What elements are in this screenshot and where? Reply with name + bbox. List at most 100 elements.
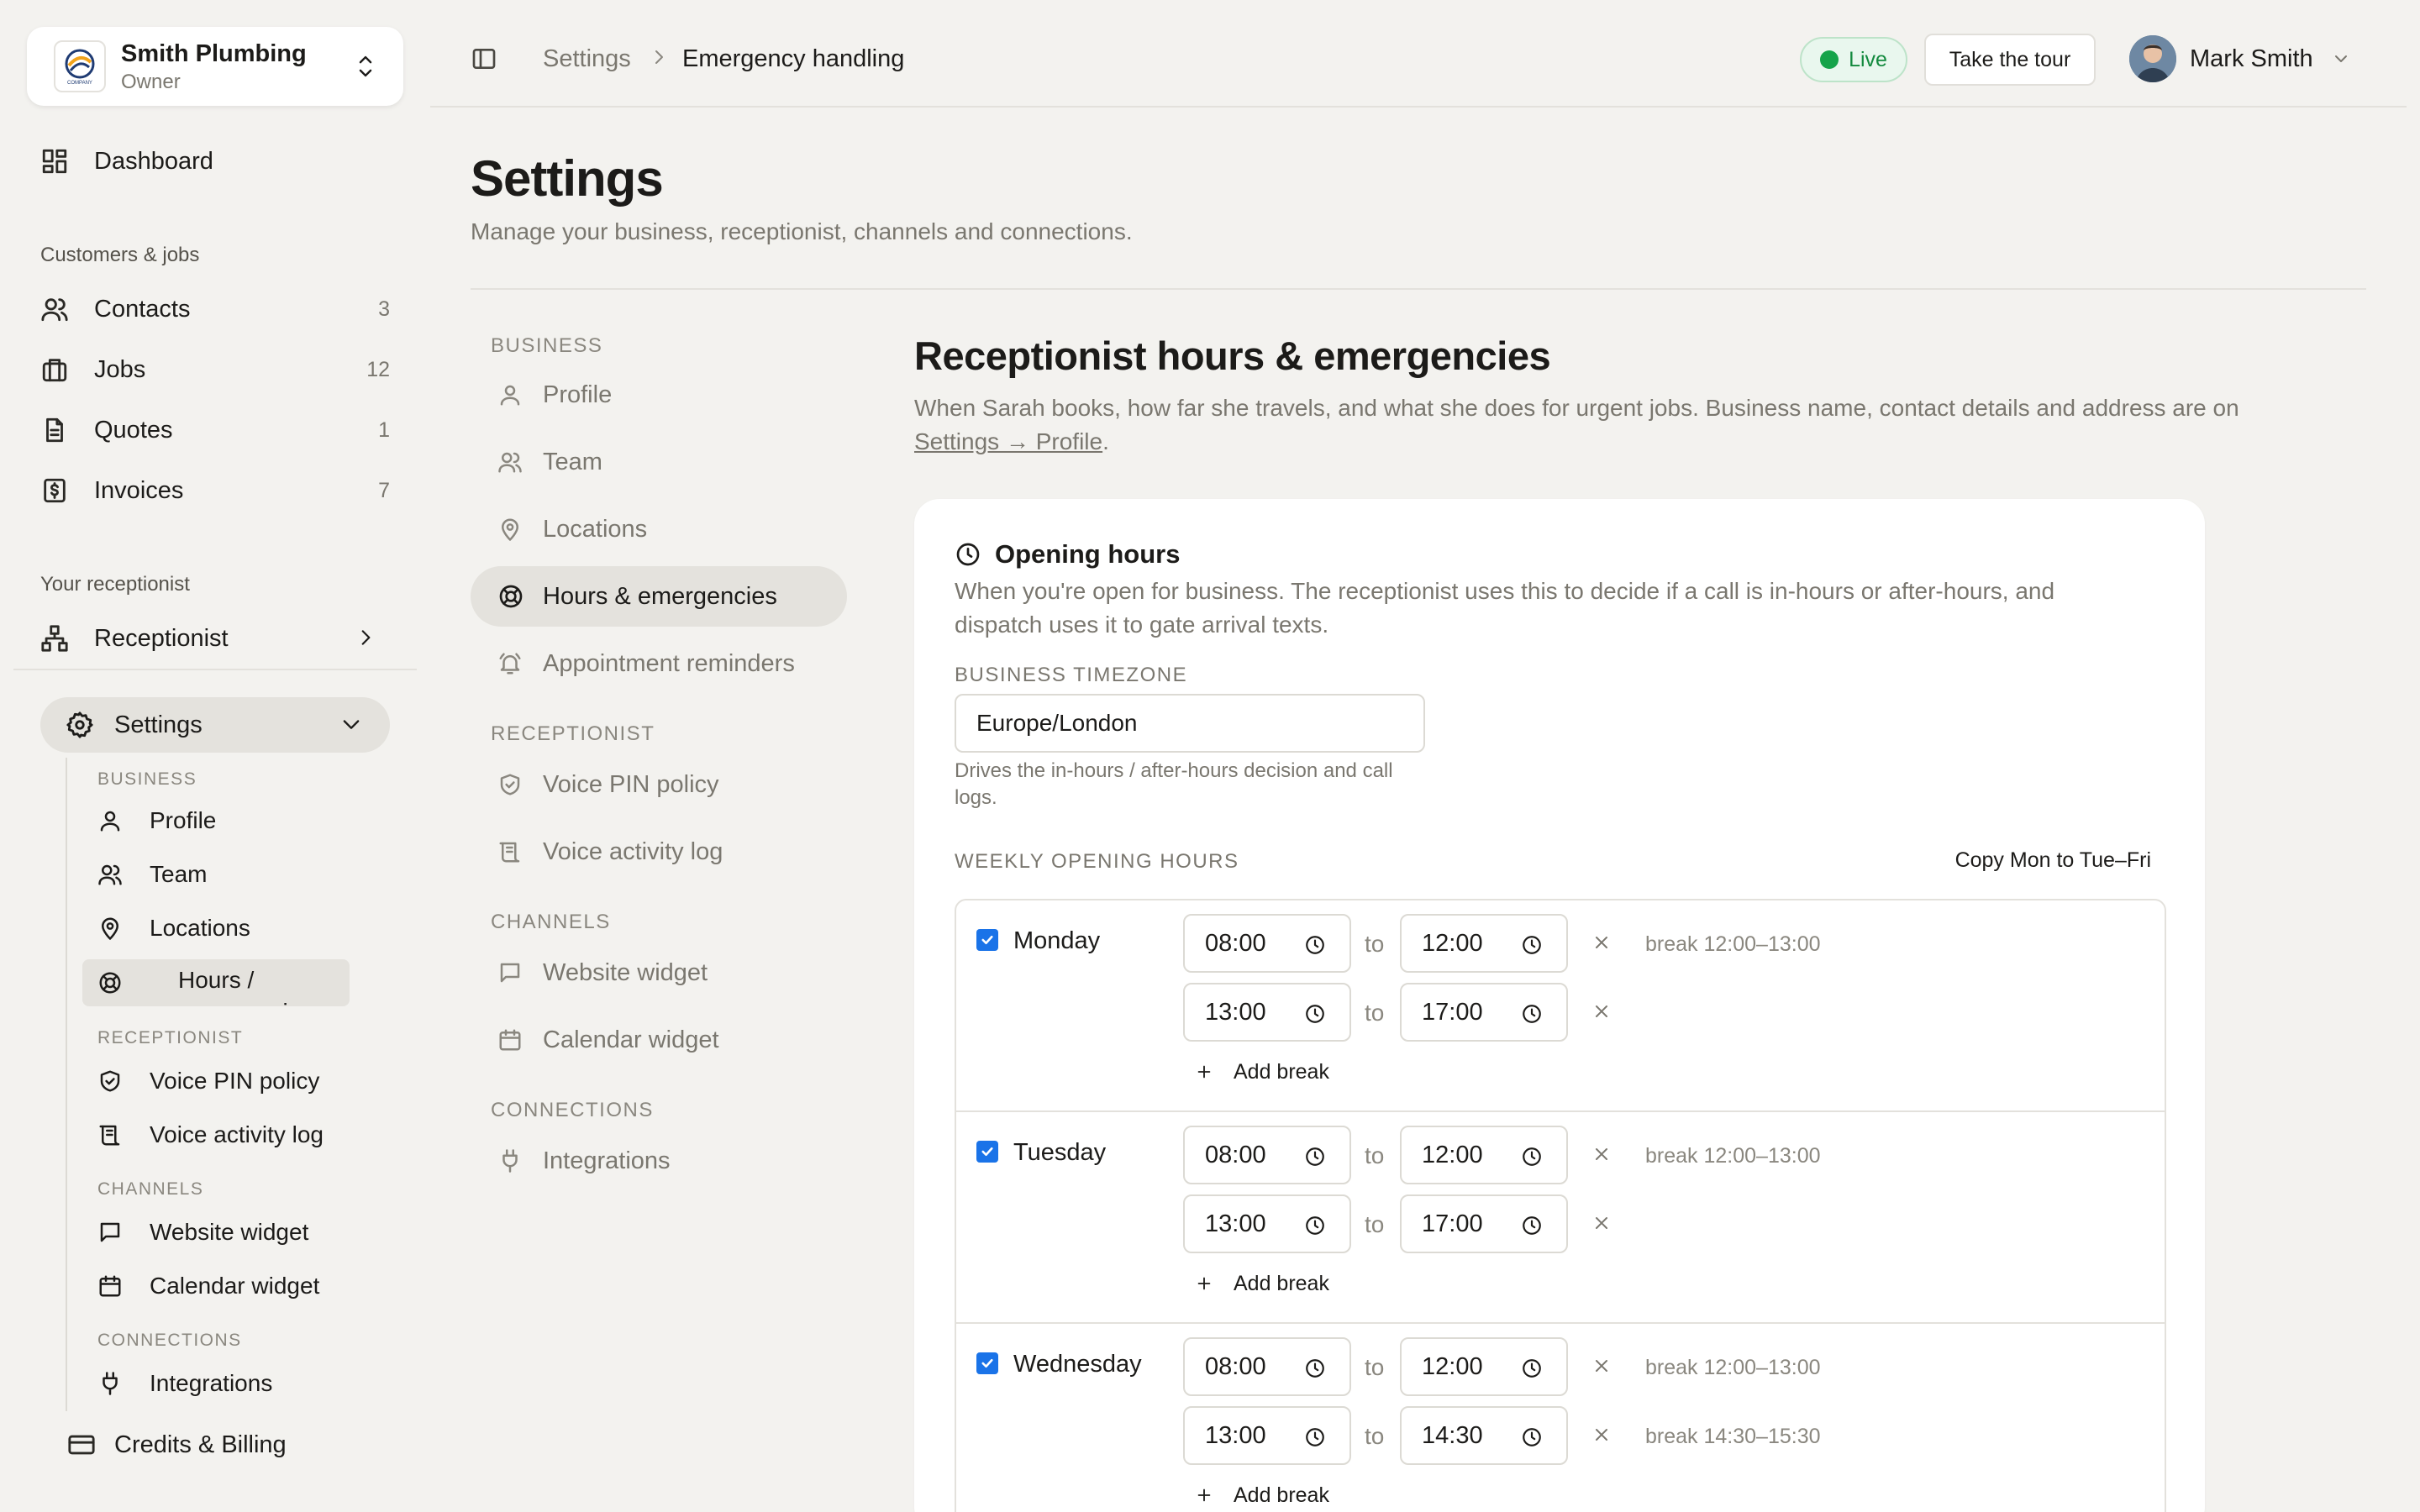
end-time-input[interactable]: 12:00 bbox=[1400, 914, 1568, 973]
day-checkbox[interactable] bbox=[976, 1352, 998, 1374]
sidebar-item-label: Credits & Billing bbox=[114, 1431, 287, 1458]
plus-icon bbox=[1195, 1063, 1213, 1081]
sidebar-sub-locations[interactable]: Locations bbox=[97, 907, 250, 949]
company-logo: COMPANY bbox=[54, 40, 106, 92]
copy-monday-button[interactable]: Copy Mon to Tue–Fri bbox=[1955, 848, 2151, 873]
take-tour-button[interactable]: Take the tour bbox=[1924, 34, 2096, 86]
remove-slot-icon[interactable] bbox=[1591, 1425, 1612, 1445]
subnav-reminders[interactable]: Appointment reminders bbox=[497, 640, 795, 687]
timezone-input[interactable] bbox=[955, 694, 1425, 753]
remove-slot-icon[interactable] bbox=[1591, 1144, 1612, 1164]
user-menu-name[interactable]: Mark Smith bbox=[2190, 45, 2313, 73]
subnav-label: Appointment reminders bbox=[543, 649, 795, 677]
plus-icon bbox=[1195, 1486, 1213, 1504]
section-description-text: When Sarah books, how far she travels, a… bbox=[914, 395, 2239, 421]
day-checkbox[interactable] bbox=[976, 1141, 998, 1163]
live-label: Live bbox=[1849, 47, 1887, 71]
add-break-button[interactable]: Add break bbox=[1195, 1055, 1329, 1089]
sidebar-item-credits[interactable]: Credits & Billing bbox=[67, 1421, 287, 1468]
lifebuoy-icon bbox=[499, 585, 523, 608]
sidebar-sub-profile[interactable]: Profile bbox=[97, 800, 216, 842]
sidebar-toggle-icon[interactable] bbox=[471, 45, 497, 72]
sidebar-item-receptionist[interactable]: Receptionist bbox=[40, 615, 376, 662]
end-time-input[interactable]: 12:00 bbox=[1400, 1126, 1568, 1184]
start-time-input[interactable]: 08:00 bbox=[1183, 1126, 1351, 1184]
subnav-profile[interactable]: Profile bbox=[497, 371, 612, 418]
sidebar-sub-voice-pin[interactable]: Voice PIN policy bbox=[97, 1060, 319, 1102]
clock-icon bbox=[1304, 1426, 1326, 1448]
subnav-voice-log[interactable]: Voice activity log bbox=[497, 828, 723, 875]
sidebar-item-dashboard[interactable]: Dashboard bbox=[40, 138, 213, 185]
subnav-label: Website widget bbox=[543, 958, 708, 986]
break-label: break 14:30–15:30 bbox=[1645, 1425, 1821, 1448]
weekly-hours-label: WEEKLY OPENING HOURS bbox=[955, 850, 1239, 873]
svg-text:COMPANY: COMPANY bbox=[67, 81, 92, 86]
sidebar-item-label: Dashboard bbox=[94, 147, 213, 175]
timezone-label: BUSINESS TIMEZONE bbox=[955, 664, 1188, 686]
sidebar-item-settings[interactable]: Settings bbox=[40, 697, 390, 753]
time-slot: 13:00 to 17:00 bbox=[1183, 983, 1637, 1042]
start-time-input[interactable]: 13:00 bbox=[1183, 1194, 1351, 1253]
chevrons-up-down-icon bbox=[359, 55, 372, 77]
end-time-input[interactable]: 17:00 bbox=[1400, 1194, 1568, 1253]
subnav-team[interactable]: Team bbox=[497, 438, 602, 486]
sidebar-sub-integrations[interactable]: Integrations bbox=[97, 1362, 272, 1404]
sidebar-item-label: Invoices bbox=[94, 476, 184, 504]
time-slot: 13:00 to 17:00 bbox=[1183, 1194, 1637, 1253]
subnav-integrations[interactable]: Integrations bbox=[497, 1137, 671, 1184]
chevron-down-icon bbox=[343, 720, 360, 729]
end-time-input[interactable]: 17:00 bbox=[1400, 983, 1568, 1042]
subnav-label: Hours & emergencies bbox=[543, 582, 777, 610]
sidebar-item-label: Quotes bbox=[94, 416, 173, 444]
avatar[interactable] bbox=[2129, 35, 2176, 82]
start-time-input[interactable]: 13:00 bbox=[1183, 1406, 1351, 1465]
end-time-input[interactable]: 14:30 bbox=[1400, 1406, 1568, 1465]
calendar-icon bbox=[499, 1029, 521, 1051]
start-time-input[interactable]: 13:00 bbox=[1183, 983, 1351, 1042]
add-break-label: Add break bbox=[1234, 1271, 1329, 1295]
sidebar-sub-voice-log[interactable]: Voice activity log bbox=[97, 1114, 324, 1156]
sidebar-sub-hours[interactable]: Hours / emergencies bbox=[82, 959, 350, 1006]
map-pin-icon bbox=[502, 518, 518, 541]
remove-slot-icon[interactable] bbox=[1591, 932, 1612, 953]
remove-slot-icon[interactable] bbox=[1591, 1001, 1612, 1021]
add-break-button[interactable]: Add break bbox=[1195, 1478, 1329, 1512]
subnav-locations[interactable]: Locations bbox=[497, 506, 647, 553]
sidebar-sub-website-widget[interactable]: Website widget bbox=[97, 1211, 308, 1253]
chevron-down-icon[interactable] bbox=[2331, 49, 2351, 69]
contacts-count: 3 bbox=[378, 297, 390, 321]
to-label: to bbox=[1365, 1000, 1385, 1026]
clock-icon bbox=[1521, 1215, 1543, 1236]
org-switcher[interactable]: COMPANY Smith Plumbing Owner bbox=[27, 27, 403, 106]
start-time-input[interactable]: 08:00 bbox=[1183, 1337, 1351, 1396]
breadcrumb-settings[interactable]: Settings bbox=[543, 45, 631, 73]
subnav-website-widget[interactable]: Website widget bbox=[497, 949, 708, 996]
plug-icon bbox=[502, 1149, 518, 1173]
to-label: to bbox=[1365, 931, 1385, 957]
end-time-input[interactable]: 12:00 bbox=[1400, 1337, 1568, 1396]
remove-slot-icon[interactable] bbox=[1591, 1213, 1612, 1233]
sidebar-sub-calendar-widget[interactable]: Calendar widget bbox=[97, 1265, 319, 1307]
subnav-voice-pin[interactable]: Voice PIN policy bbox=[497, 761, 719, 808]
live-dot-icon bbox=[1820, 50, 1839, 69]
to-label: to bbox=[1365, 1354, 1385, 1380]
sidebar-item-quotes[interactable]: Quotes 1 bbox=[40, 407, 390, 454]
clock-icon bbox=[1304, 1003, 1326, 1025]
subnav-section-business: BUSINESS bbox=[491, 334, 603, 357]
sidebar-item-contacts[interactable]: Contacts 3 bbox=[40, 286, 390, 333]
sidebar-item-jobs[interactable]: Jobs 12 bbox=[40, 346, 390, 393]
day-checkbox[interactable] bbox=[976, 929, 998, 951]
remove-slot-icon[interactable] bbox=[1591, 1356, 1612, 1376]
start-time-input[interactable]: 08:00 bbox=[1183, 914, 1351, 973]
org-role: Owner bbox=[121, 71, 181, 93]
opening-hours-card: Opening hours When you're open for busin… bbox=[914, 499, 2205, 1512]
add-break-button[interactable]: Add break bbox=[1195, 1267, 1329, 1300]
subnav-hours-emergencies[interactable]: Hours & emergencies bbox=[471, 566, 847, 627]
sidebar-sub-team[interactable]: Team bbox=[97, 853, 207, 895]
subnav-calendar-widget[interactable]: Calendar widget bbox=[497, 1016, 719, 1063]
section-description-end: . bbox=[1102, 428, 1109, 454]
settings-profile-link[interactable]: Settings → Profile bbox=[914, 428, 1102, 454]
sidebar-item-invoices[interactable]: Invoices 7 bbox=[40, 467, 390, 514]
sidebar-item-label: Receptionist bbox=[94, 624, 229, 652]
to-label: to bbox=[1365, 1423, 1385, 1449]
